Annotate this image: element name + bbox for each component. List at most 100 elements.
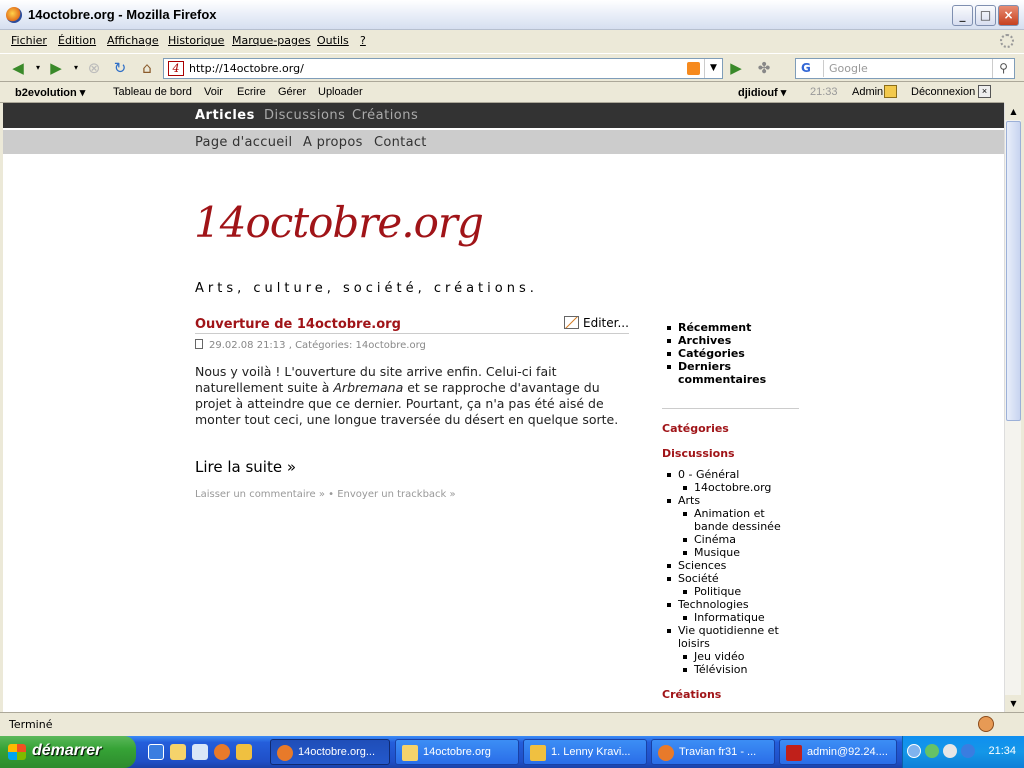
task-firefox-active[interactable]: 14octobre.org... — [270, 739, 390, 765]
vertical-scrollbar[interactable]: ▲ ▼ — [1004, 103, 1022, 712]
forward-arrow-icon[interactable]: ▶ — [46, 58, 66, 78]
post-meta-text: 29.02.08 21:13 , Catégories: 14octobre.o… — [209, 340, 426, 351]
menu-marque-pages[interactable]: Marque-pages — [232, 34, 310, 47]
category-item[interactable]: Télévision — [662, 663, 802, 676]
windows-flag-icon — [8, 744, 26, 760]
tray-expand-icon[interactable] — [907, 744, 921, 758]
category-item[interactable]: Cinéma — [662, 533, 802, 546]
read-more-link[interactable]: Lire la suite » — [195, 458, 296, 476]
menu-edition[interactable]: Édition — [58, 34, 96, 47]
search-box[interactable]: G Google ⚲ — [795, 58, 1015, 79]
reload-icon[interactable]: ↻ — [110, 58, 130, 78]
admin-icon[interactable] — [884, 85, 897, 98]
home-icon[interactable]: ⌂ — [137, 58, 157, 78]
category-item[interactable]: Musique — [662, 546, 802, 559]
site-logo[interactable]: 14octobre.org — [194, 198, 484, 247]
sidebar-item-archives[interactable]: Archives — [662, 334, 802, 347]
logout-link[interactable]: Déconnexion — [911, 86, 975, 98]
task-firefox-icon — [277, 745, 293, 761]
category-item[interactable]: Politique — [662, 585, 802, 598]
menu-outils[interactable]: Outils — [317, 34, 349, 47]
category-item[interactable]: Technologies — [662, 598, 802, 611]
menu-historique[interactable]: Historique — [168, 34, 224, 47]
site-tagline: Arts, culture, société, créations. — [195, 281, 538, 296]
quicklaunch-folder-icon[interactable] — [170, 744, 186, 760]
category-item[interactable]: Jeu vidéo — [662, 650, 802, 663]
search-magnifier-icon[interactable]: ⚲ — [992, 59, 1014, 78]
tray-z-icon[interactable] — [943, 744, 957, 758]
scroll-up-icon[interactable]: ▲ — [1005, 103, 1022, 120]
menu-help[interactable]: ? — [360, 34, 366, 47]
category-item[interactable]: Sciences — [662, 559, 802, 572]
nav-home[interactable]: Page d'accueil — [195, 135, 292, 150]
close-button[interactable]: × — [998, 5, 1019, 26]
url-bar[interactable]: 4 http://14octobre.org/ ▼ — [163, 58, 723, 79]
quicklaunch-media-icon[interactable] — [236, 744, 252, 760]
b2-write-link[interactable]: Ecrire — [237, 86, 266, 98]
site-favicon-icon: 4 — [168, 61, 184, 76]
tray-clock: 21:34 — [988, 745, 1016, 757]
category-item[interactable]: Informatique — [662, 611, 802, 624]
edit-label[interactable]: Editer... — [583, 316, 629, 330]
task-filezilla[interactable]: admin@92.24.... — [779, 739, 897, 765]
b2-upload-link[interactable]: Uploader — [318, 86, 363, 98]
post-title[interactable]: Ouverture de 14octobre.org — [195, 317, 401, 332]
user-menu[interactable]: djidiouf ▾ — [738, 86, 786, 99]
window-title: 14octobre.org - Mozilla Firefox — [28, 7, 217, 22]
google-engine-icon[interactable]: G — [798, 60, 824, 77]
task-folder[interactable]: 14octobre.org — [395, 739, 519, 765]
scroll-thumb[interactable] — [1006, 121, 1021, 421]
url-history-dropdown-icon[interactable]: ▼ — [704, 59, 722, 78]
nav-about[interactable]: A propos — [303, 135, 363, 150]
sidebar-heading-categories: Catégories — [662, 422, 729, 435]
title-bar[interactable]: 14octobre.org - Mozilla Firefox _ □ × — [0, 0, 1024, 30]
minimize-button[interactable]: _ — [952, 5, 973, 26]
category-item[interactable]: Arts — [662, 494, 802, 507]
status-extension-icon[interactable] — [978, 716, 994, 732]
sidebar-item-latest-comments[interactable]: Derniers commentaires — [662, 360, 802, 386]
logout-close-icon[interactable]: × — [978, 85, 991, 98]
go-arrow-icon[interactable]: ▶ — [726, 58, 746, 78]
admin-link[interactable]: Admin — [852, 86, 883, 98]
quicklaunch-ie-icon[interactable] — [148, 744, 164, 760]
nav-articles[interactable]: Articles — [195, 108, 255, 123]
task-travian[interactable]: Travian fr31 - ... — [651, 739, 775, 765]
quicklaunch-desktop-icon[interactable] — [192, 744, 208, 760]
url-text[interactable]: http://14octobre.org/ — [189, 62, 304, 75]
sidebar-item-recent[interactable]: Récemment — [662, 321, 802, 334]
b2-view-link[interactable]: Voir — [204, 86, 223, 98]
tray-messenger-icon[interactable] — [925, 744, 939, 758]
task-folder-icon — [402, 745, 418, 761]
forward-dropdown-icon[interactable]: ▾ — [66, 58, 86, 78]
menu-fichier[interactable]: Fichier — [11, 34, 47, 47]
tray-network-icon[interactable] — [961, 744, 975, 758]
quicklaunch-firefox-icon[interactable] — [214, 744, 230, 760]
maximize-button[interactable]: □ — [975, 5, 996, 26]
sidebar-item-categories[interactable]: Catégories — [662, 347, 802, 360]
search-input[interactable]: Google — [829, 62, 868, 75]
firefox-window: 14octobre.org - Mozilla Firefox _ □ × Fi… — [0, 0, 1024, 736]
back-dropdown-icon[interactable]: ▾ — [28, 58, 48, 78]
extension-icon[interactable]: ✤ — [754, 58, 774, 78]
nav-contact[interactable]: Contact — [374, 135, 427, 150]
category-item[interactable]: Animation et bande dessinée — [662, 507, 802, 533]
category-item[interactable]: 0 - Général — [662, 468, 802, 481]
back-arrow-icon[interactable]: ◀ — [8, 58, 28, 78]
b2-dashboard-link[interactable]: Tableau de bord — [113, 86, 192, 98]
task-media-player[interactable]: 1. Lenny Kravi... — [523, 739, 647, 765]
b2-manage-link[interactable]: Gérer — [278, 86, 306, 98]
edit-link[interactable]: Editer... — [564, 316, 629, 330]
start-button[interactable]: démarrer — [0, 736, 136, 768]
nav-discussions[interactable]: Discussions — [264, 108, 345, 123]
post-feedback-links[interactable]: Laisser un commentaire » • Envoyer un tr… — [195, 489, 456, 500]
category-item[interactable]: 14octobre.org — [662, 481, 802, 494]
category-item[interactable]: Société — [662, 572, 802, 585]
nav-creations[interactable]: Créations — [352, 108, 418, 123]
edit-pencil-icon — [564, 316, 579, 329]
scroll-down-icon[interactable]: ▼ — [1005, 695, 1022, 712]
menu-affichage[interactable]: Affichage — [107, 34, 159, 47]
category-item[interactable]: Vie quotidienne et loisirs — [662, 624, 802, 650]
b2evolution-menu[interactable]: b2evolution ▾ — [15, 86, 85, 99]
stop-icon[interactable]: ⊗ — [84, 58, 104, 78]
rss-feed-icon[interactable] — [687, 62, 700, 75]
